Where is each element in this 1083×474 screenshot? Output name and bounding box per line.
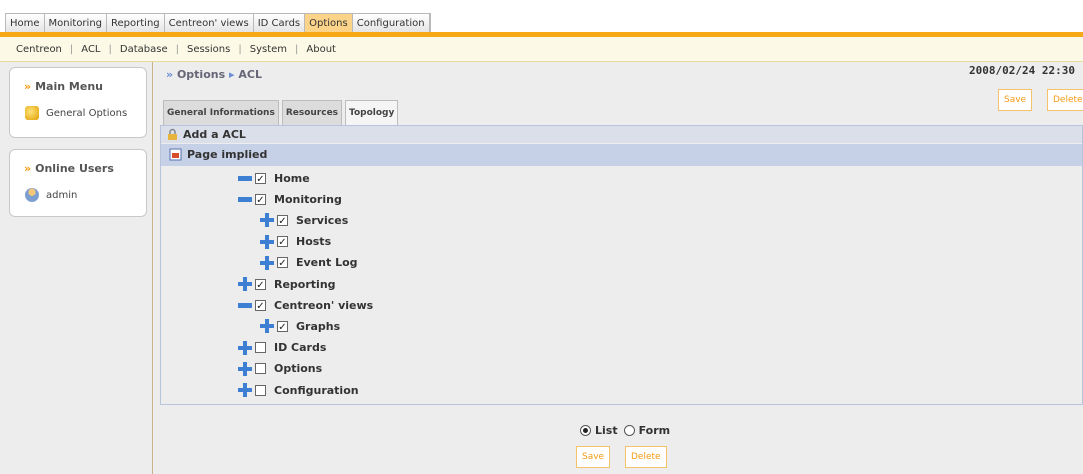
tree-checkbox[interactable]: ✓ [255,299,266,312]
lock-icon [166,128,179,141]
tree-node: ✓ Graphs [260,318,340,334]
general-options-icon [25,106,39,120]
tree-checkbox[interactable]: ✓ [277,214,288,227]
collapse-icon[interactable] [238,196,252,202]
tree-checkbox[interactable] [255,342,266,354]
tree-checkbox[interactable] [255,384,266,396]
breadcrumb-separator-icon: ▸ [229,68,235,81]
radio-list[interactable] [580,425,591,436]
tree-node: ✓ Reporting [238,276,336,292]
collapse-icon[interactable] [238,175,252,181]
online-users-title: » Online Users [24,162,114,175]
tree-node: ID Cards [238,340,326,356]
tree-checkbox[interactable]: ✓ [255,278,266,291]
main-menu-box: » Main Menu General Options [9,67,147,138]
collapse-icon[interactable] [238,302,252,308]
sub-nav: Centreon | ACL | Database | Sessions | System | Ab… [0,37,1083,62]
expand-icon[interactable] [238,340,252,355]
user-icon [25,188,39,202]
online-users-box: » Online Users admin [9,149,147,217]
tree-label: Reporting [274,277,336,291]
sidebar: » Main Menu General Options » Online Users… [0,62,153,474]
subnav-item-system[interactable]: System [242,44,295,55]
tree-node: ✓ Event Log [260,255,358,271]
tree-label: Event Log [296,256,358,270]
view-mode: List Form [580,424,670,437]
subnav-item-about[interactable]: About [298,44,344,55]
panel-title: Add a ACL [183,128,246,141]
tree-node: ✓ Home [238,170,310,186]
tree-node: ✓ Services [260,212,348,228]
arrow-icon: » [24,80,32,93]
radio-label-form: Form [638,424,671,437]
tree-node: ✓ Hosts [260,234,331,250]
form-tabs: General Informations Resources Topology [163,100,401,128]
tab-id-cards[interactable]: ID Cards [253,14,306,33]
tree-checkbox[interactable]: ✓ [255,193,266,206]
tree-checkbox[interactable] [255,363,266,375]
tree-node: Configuration [238,382,359,398]
breadcrumb-acl[interactable]: ACL [238,68,262,81]
tab-options[interactable]: Options [305,14,353,33]
tree-checkbox[interactable]: ✓ [277,257,288,269]
tree-label: Graphs [296,319,341,333]
expand-icon[interactable] [238,361,252,376]
top-bar: Home Monitoring Reporting Centreon' views ID… [0,0,1083,36]
save-button-top[interactable]: Save [998,89,1033,111]
panel-header: Add a ACL [161,126,1082,143]
tab-reporting[interactable]: Reporting [107,14,165,33]
main-nav-tabs: Home Monitoring Reporting Centreon' views ID… [5,13,431,34]
arrow-icon: » [24,162,32,175]
delete-button-top[interactable]: Delete [1047,89,1083,111]
tree-label: ID Cards [274,341,327,355]
expand-icon[interactable] [260,319,274,334]
tab-centreon-views[interactable]: Centreon' views [164,14,254,33]
subnav-item-centreon[interactable]: Centreon [8,44,70,55]
expand-icon[interactable] [238,277,252,291]
subnav-item-sessions[interactable]: Sessions [179,44,238,55]
expand-icon[interactable] [260,255,274,270]
tree-label: Configuration [274,383,359,397]
datetime: 2008/02/24 22:30 [969,64,1075,77]
acl-panel: Add a ACL Page implied ✓ Home ✓ Monitoring ✓… [160,125,1083,405]
tab-home[interactable]: Home [6,14,45,33]
tree-checkbox[interactable]: ✓ [277,320,288,333]
tree-checkbox[interactable]: ✓ [277,236,288,248]
main-content: » Options ▸ ACL 2008/02/24 22:30 Save De… [155,62,1083,474]
tree-node: Options [238,361,322,377]
breadcrumb-arrow-icon: » [166,68,174,81]
save-button[interactable]: Save [576,446,611,468]
panel-subtitle: Page implied [187,148,268,161]
expand-icon[interactable] [238,383,252,397]
tab-monitoring[interactable]: Monitoring [44,14,108,33]
tree-label: Home [274,171,310,185]
breadcrumb-options[interactable]: Options [177,68,225,81]
panel-subheader: Page implied [161,144,1082,166]
expand-icon[interactable] [260,213,274,228]
user-admin[interactable]: admin [10,188,146,202]
form-tab-resources[interactable]: Resources [281,100,343,126]
expand-icon[interactable] [260,234,274,249]
form-tab-topology[interactable]: Topology [345,100,399,128]
tab-configuration[interactable]: Configuration [352,14,430,33]
tree-label: Services [296,213,349,227]
tree-node: ✓ Centreon' views [238,297,373,313]
tree-node: ✓ Monitoring [238,191,342,207]
tree-label: Centreon' views [274,298,374,312]
subnav-item-acl[interactable]: ACL [73,44,108,55]
general-options-link[interactable]: General Options [10,106,146,120]
tree-label: Monitoring [274,192,342,206]
tree-checkbox[interactable]: ✓ [255,172,266,185]
main-menu-title: » Main Menu [24,80,103,93]
radio-label-list: List [595,424,618,437]
form-tab-general-informations[interactable]: General Informations [163,100,279,126]
breadcrumb: » Options ▸ ACL [166,68,262,81]
delete-button[interactable]: Delete [625,446,667,468]
tree-label: Options [274,362,323,376]
radio-form[interactable] [623,425,635,436]
subnav-item-database[interactable]: Database [112,44,176,55]
page-icon [169,148,182,161]
tree-label: Hosts [296,235,332,249]
